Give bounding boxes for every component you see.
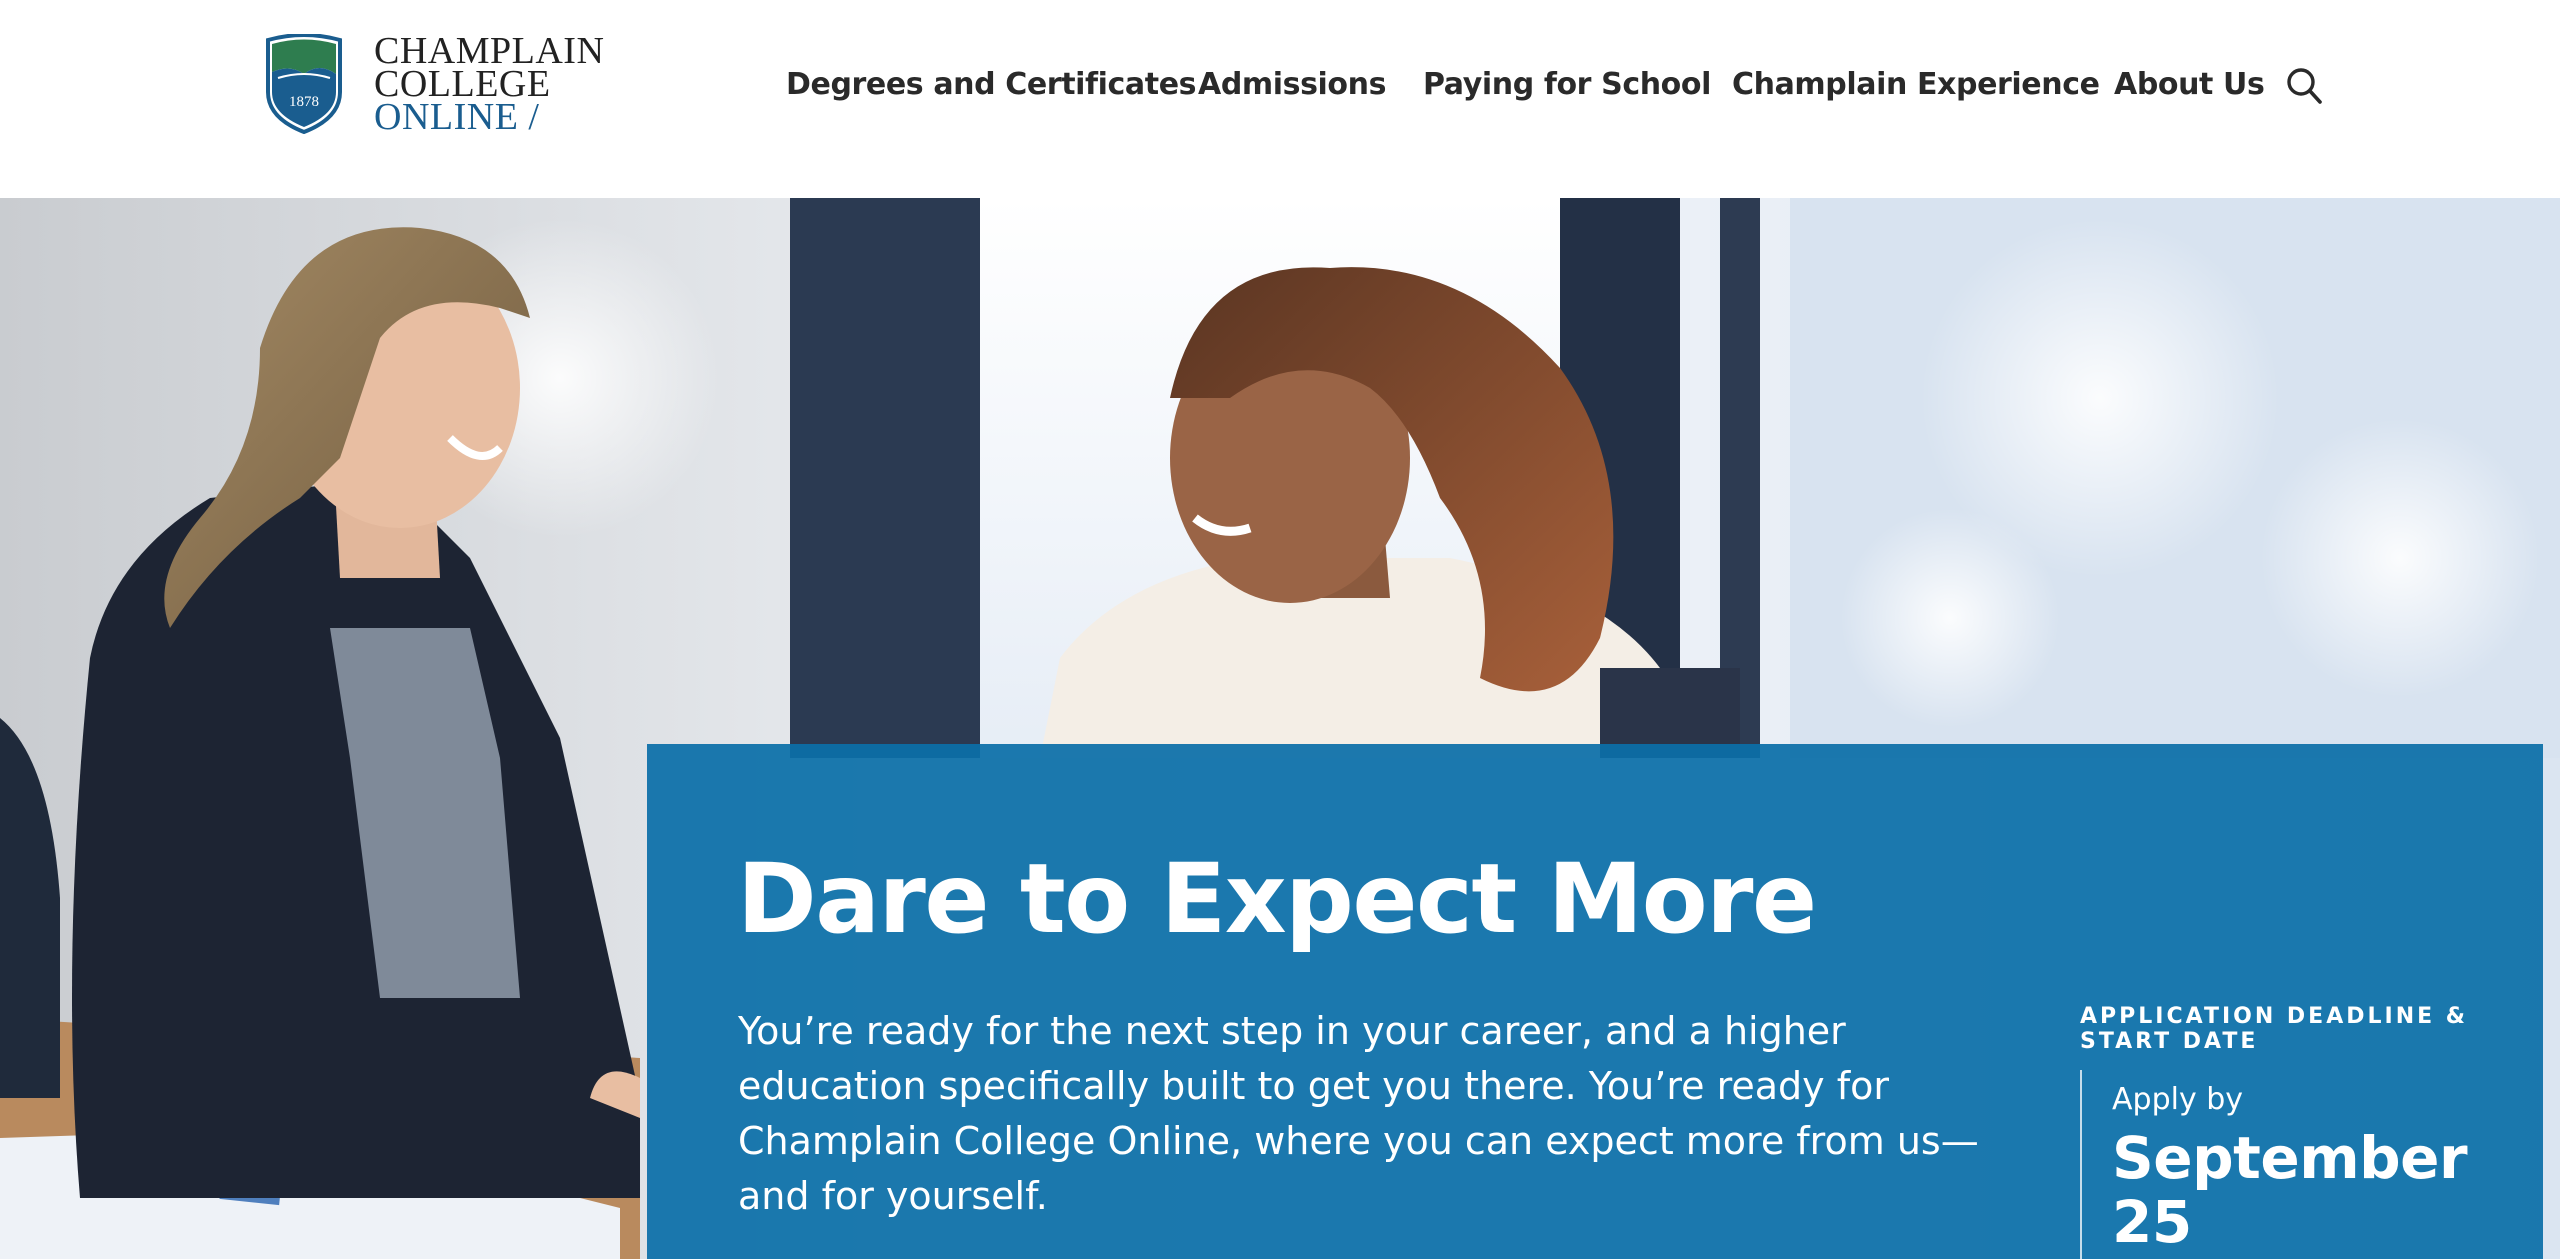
search-icon (2287, 68, 2322, 104)
search-button[interactable] (2284, 64, 2324, 108)
hero-lede: You’re ready for the next step in your c… (738, 1009, 1979, 1218)
site-header: 1878 CHAMPLAIN COLLEGE ONLINE / Degrees … (0, 0, 2560, 198)
nav-champlain-experience[interactable]: Champlain Experience (1732, 62, 2100, 108)
deadline-box: Apply by September 25 (2080, 1070, 2500, 1259)
main-nav: Degrees and Certificates Admissions Payi… (0, 62, 2560, 112)
hero-panel: Dare to Expect More You’re ready for the… (647, 744, 2543, 1259)
nav-about-us[interactable]: About Us (2114, 62, 2265, 108)
apply-by-text: Apply by (2112, 1082, 2244, 1117)
nav-degrees-and-certificates[interactable]: Degrees and Certificates (786, 62, 1197, 108)
deadline-label: APPLICATION DEADLINE & START DATE (2080, 1004, 2468, 1054)
nav-paying-for-school[interactable]: Paying for School (1423, 62, 1711, 108)
hero-headline: Dare to Expect More (737, 843, 1817, 955)
apply-date: September 25 (2112, 1124, 2468, 1256)
nav-admissions[interactable]: Admissions (1198, 62, 1386, 108)
hero-section: Dare to Expect More You’re ready for the… (0, 198, 2560, 1259)
